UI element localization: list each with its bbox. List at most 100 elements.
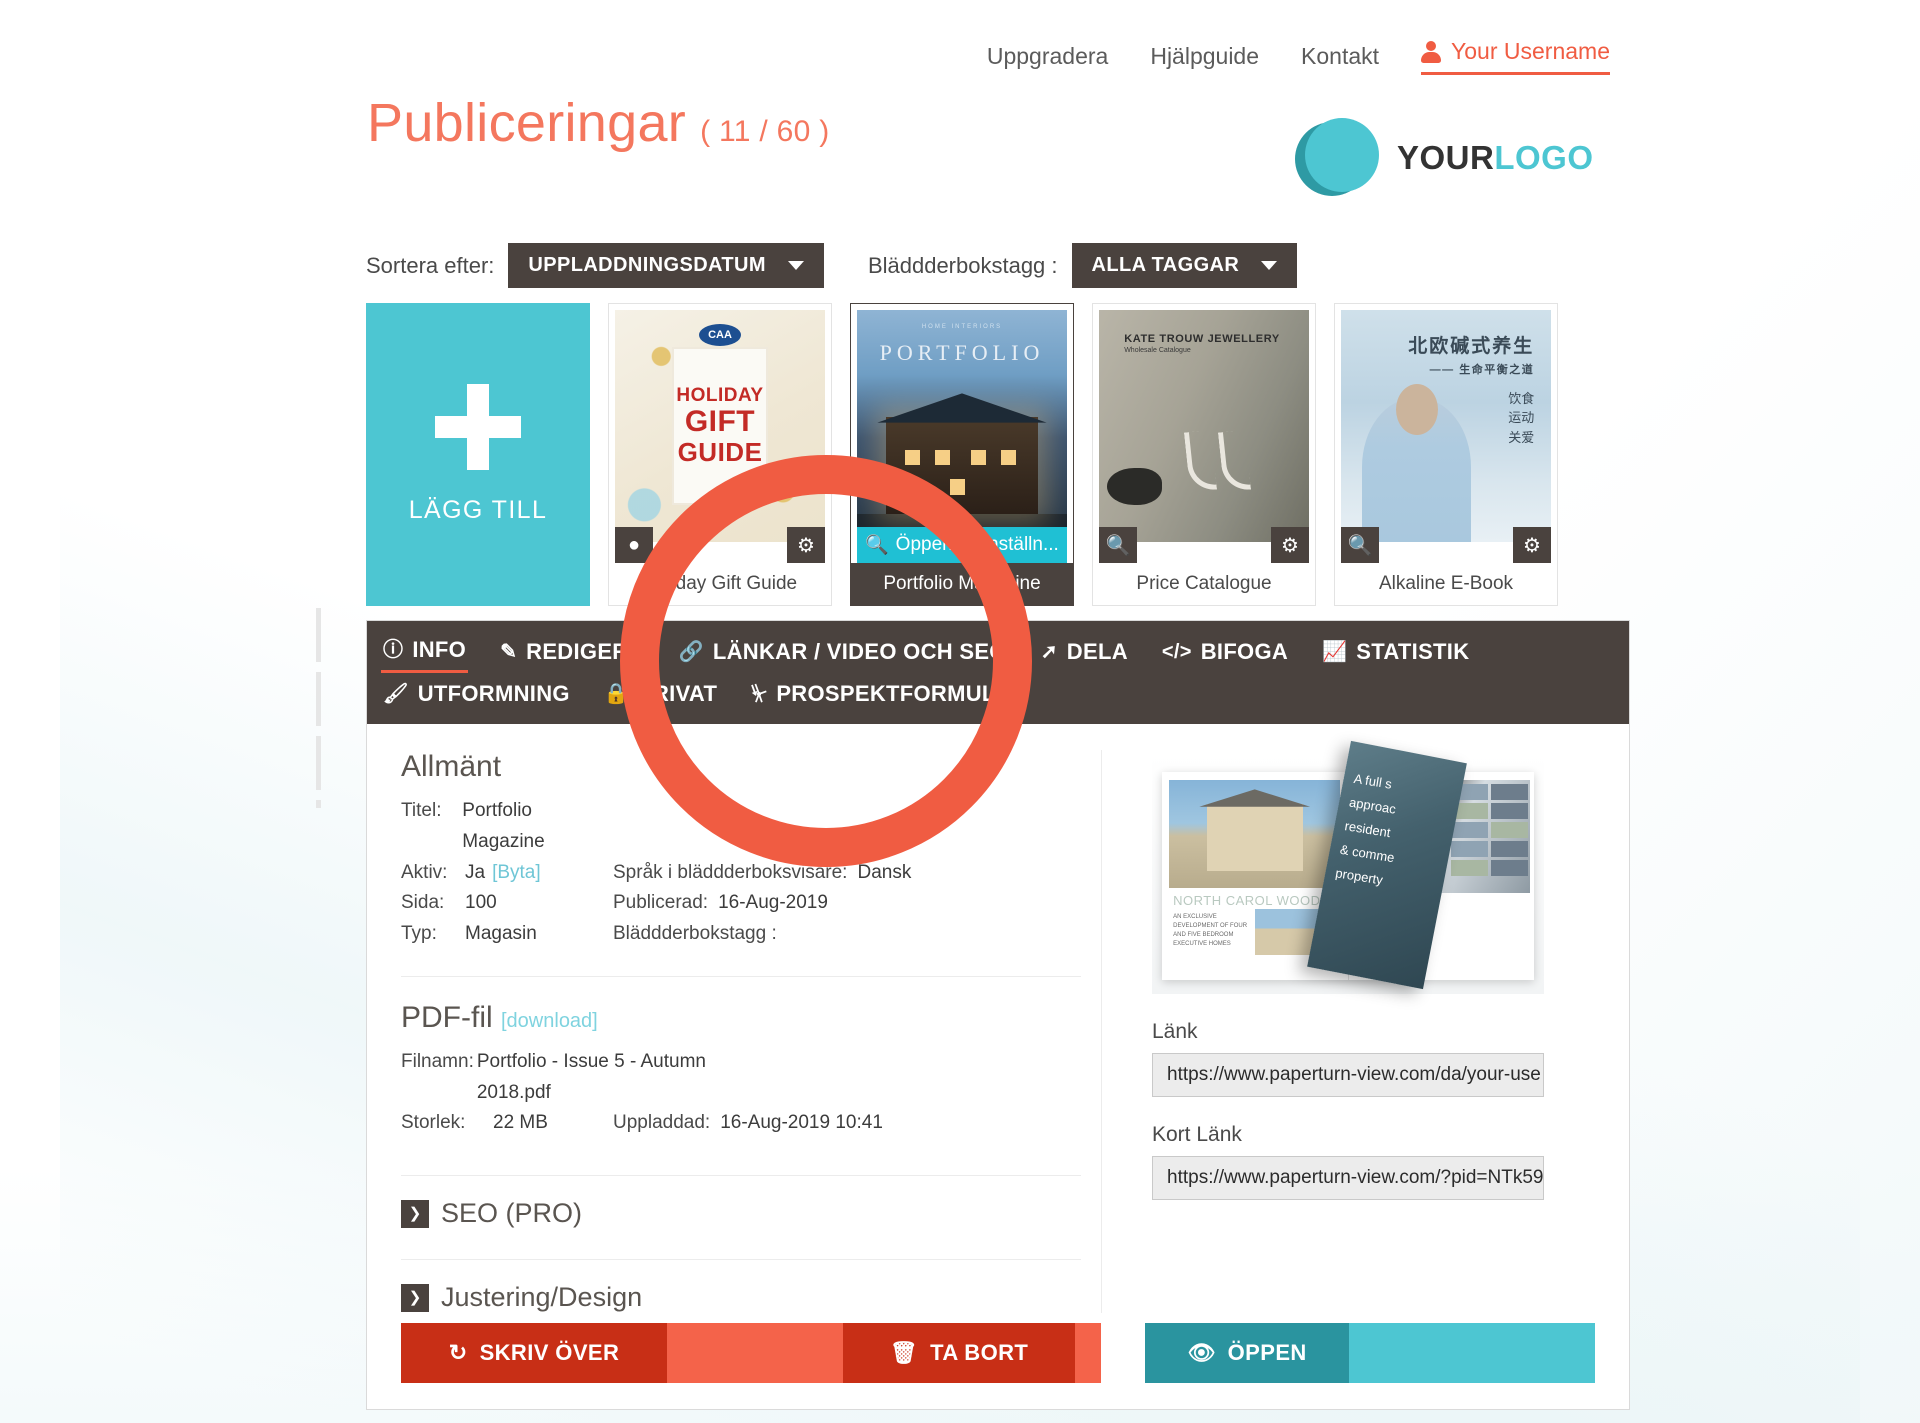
trash-icon: 🗑 [889, 1340, 919, 1365]
tab-statistik[interactable]: 📈 STATISTIK [1320, 633, 1471, 673]
detail-row: Filnamn: Portfolio - Issue 5 - Autumn 20… [401, 1047, 1081, 1109]
logo-text-light: LOGO [1494, 139, 1594, 176]
label-publicerad: Publicerad: [613, 892, 709, 914]
chart-icon: 📈 [1322, 640, 1348, 663]
collapsible-design[interactable]: ❯ Justering/Design [401, 1282, 1081, 1313]
lock-icon: 🔒 [603, 683, 629, 705]
gear-icon: ⚙ [958, 534, 976, 556]
label-sprak: Språk i bläddderboksvisare: [613, 861, 848, 883]
tab-info[interactable]: ⓘ INFO [381, 633, 469, 673]
cover-thumbnail: 北欧碱式养生 —— 生命平衡之道 饮食 运动 关爱 [1341, 310, 1551, 542]
collapsible-design-label: Justering/Design [441, 1282, 643, 1313]
tag-dropdown[interactable]: ALLA TAGGAR [1071, 243, 1298, 288]
share-icon: ➚ [1040, 640, 1058, 663]
preview-body: AN EXCLUSIVE DEVELOPMENT OF FOUR AND FIV… [1173, 914, 1248, 947]
sort-dropdown-value: UPPLADDNINGSDATUM [528, 254, 766, 276]
publication-grid: LÄGG TILL CAA Rewards HOLIDAY GIFT GUIDE [366, 303, 1558, 606]
value-publicerad: 16-Aug-2019 [718, 892, 828, 914]
collapsible-seo-label: SEO (PRO) [441, 1198, 583, 1229]
user-icon [1421, 40, 1442, 63]
search-icon[interactable]: ● [615, 527, 653, 563]
preview-headline: NORTH CAROL WOOD [1173, 892, 1321, 908]
publication-card[interactable]: CAA Rewards HOLIDAY GIFT GUIDE ● ⚙ Holid… [608, 303, 832, 606]
sort-dropdown[interactable]: UPPLADDNINGSDATUM [508, 243, 824, 288]
label-tagg: Bläddderbokstagg : [613, 923, 777, 945]
open-button[interactable]: 👁 ÖPPEN [1145, 1323, 1349, 1383]
detail-row: Typ: Magasin Bläddderbokstagg : [401, 919, 1081, 950]
overwrite-button[interactable]: ↻ SKRIV ÖVER [401, 1323, 667, 1383]
username-label: Your Username [1451, 38, 1610, 64]
collapsible-seo[interactable]: ❯ SEO (PRO) [401, 1198, 1081, 1229]
delete-button[interactable]: 🗑 TA BORT [843, 1323, 1075, 1383]
detail-row: Sida: 100 Publicerad: 16-Aug-2019 [401, 888, 1081, 919]
cover-title-block: HOLIDAY GIFT GUIDE [671, 347, 769, 505]
add-publication-card[interactable]: LÄGG TILL [366, 303, 590, 606]
publication-card[interactable]: KATE TROUW JEWELLERY Wholesale Catalogue… [1092, 303, 1316, 606]
tab-dela[interactable]: ➚ DELA [1039, 633, 1130, 673]
value-filnamn: Portfolio - Issue 5 - Autumn 2018.pdf [476, 1050, 706, 1103]
change-active-link[interactable]: [Byta] [492, 858, 541, 889]
publication-card[interactable]: 北欧碱式养生 —— 生命平衡之道 饮食 运动 关爱 🔍 ⚙ Alkaline E… [1334, 303, 1558, 606]
search-icon[interactable]: 🔍 [1099, 527, 1137, 563]
tab-prospektformular[interactable]: ⏧ PROSPEKTFORMULÄR [749, 677, 1030, 714]
divider [401, 1175, 1081, 1177]
settings-action[interactable]: ⚙ Inställn... [959, 534, 1059, 557]
brand-logo[interactable]: YOURLOGO [1295, 118, 1594, 198]
cover-thumbnail: CAA Rewards HOLIDAY GIFT GUIDE [615, 310, 825, 542]
publication-card-selected[interactable]: HOME INTERIORS PORTFOLIO 🔍 Öppen ⚙ Instä… [850, 303, 1074, 606]
link-input[interactable]: https://www.paperturn-view.com/da/your-u… [1152, 1053, 1544, 1097]
chevron-down-icon: ❯ [401, 1199, 429, 1228]
chevron-down-icon [1261, 261, 1278, 270]
download-link[interactable]: [download] [501, 1010, 598, 1032]
page-title-text: Publiceringar [367, 93, 687, 153]
divider [401, 975, 1081, 977]
card-actions: 🔍 ⚙ [1341, 527, 1551, 563]
tab-privat[interactable]: 🔒 PRIVAT [602, 677, 719, 714]
search-icon[interactable]: 🔍 [1341, 527, 1379, 563]
section-title-pdf: PDF-fil [download] [401, 1000, 598, 1034]
logo-text-dark: YOUR [1397, 139, 1495, 176]
tab-lankar-video-seo[interactable]: 🔗 LÄNKAR / VIDEO OCH SEO [677, 633, 1009, 673]
screenshot-root: Uppgradera Hjälpguide Kontakt Your Usern… [0, 0, 1920, 1423]
detail-row: Aktiv: Ja [Byta] Språk i bläddderboksvis… [401, 858, 1081, 889]
nav-item-helpguide[interactable]: Hjälpguide [1150, 43, 1259, 70]
short-link-label: Kort Länk [1152, 1123, 1242, 1146]
tab-bifoga[interactable]: </> BIFOGA [1160, 633, 1290, 673]
nav-item-contact[interactable]: Kontakt [1301, 43, 1379, 70]
open-action[interactable]: 🔍 Öppen [865, 533, 953, 557]
label-filnamn: Filnamn: [401, 1050, 474, 1072]
card-actions: 🔍 ⚙ [1099, 527, 1309, 563]
detail-right-column: NORTH CAROL WOOD AN EXCLUSIVE DEVELOPMEN… [1101, 740, 1595, 1314]
logo-circles-icon [1295, 118, 1381, 198]
label-uppladdad: Uppladdad: [613, 1112, 711, 1134]
tab-utformning[interactable]: 🖌 UTFORMNING [381, 677, 572, 714]
brush-icon: 🖌 [383, 683, 409, 705]
publication-title: Holiday Gift Guide [642, 573, 798, 594]
card-actions-selected: 🔍 Öppen ⚙ Inställn... [857, 527, 1067, 563]
top-navigation: Uppgradera Hjälpguide Kontakt Your Usern… [987, 38, 1610, 75]
publication-count: ( 11 / 60 ) [700, 115, 830, 148]
nav-item-username[interactable]: Your Username [1421, 38, 1610, 75]
tag-dropdown-value: ALLA TAGGAR [1091, 254, 1240, 276]
label-typ: Typ: [401, 923, 437, 945]
value-aktiv: Ja [465, 861, 486, 883]
section-title-general: Allmänt [401, 750, 502, 783]
divider [401, 1259, 1081, 1261]
label-sida: Sida: [401, 892, 445, 914]
publication-preview: NORTH CAROL WOOD AN EXCLUSIVE DEVELOPMEN… [1152, 740, 1544, 994]
chevron-down-icon [787, 261, 804, 270]
gear-icon[interactable]: ⚙ [1271, 527, 1309, 563]
page-title: Publiceringar ( 11 / 60 ) [367, 92, 830, 154]
label-storlek: Storlek: [401, 1112, 466, 1134]
gear-icon[interactable]: ⚙ [1513, 527, 1551, 563]
code-icon: </> [1161, 640, 1192, 663]
nav-item-upgrade[interactable]: Uppgradera [987, 43, 1108, 70]
link-label: Länk [1152, 1020, 1198, 1043]
tab-redigera[interactable]: ✎ REDIGERA [498, 633, 647, 673]
value-sida: 100 [465, 892, 497, 914]
eye-icon: 👁 [1187, 1340, 1216, 1365]
short-link-input[interactable]: https://www.paperturn-view.com/?pid=NTk5… [1152, 1156, 1544, 1200]
logo-text: YOURLOGO [1397, 139, 1594, 177]
gear-icon[interactable]: ⚙ [787, 527, 825, 563]
filter-toolbar: Sortera efter: UPPLADDNINGSDATUM Bläddde… [366, 243, 1298, 288]
